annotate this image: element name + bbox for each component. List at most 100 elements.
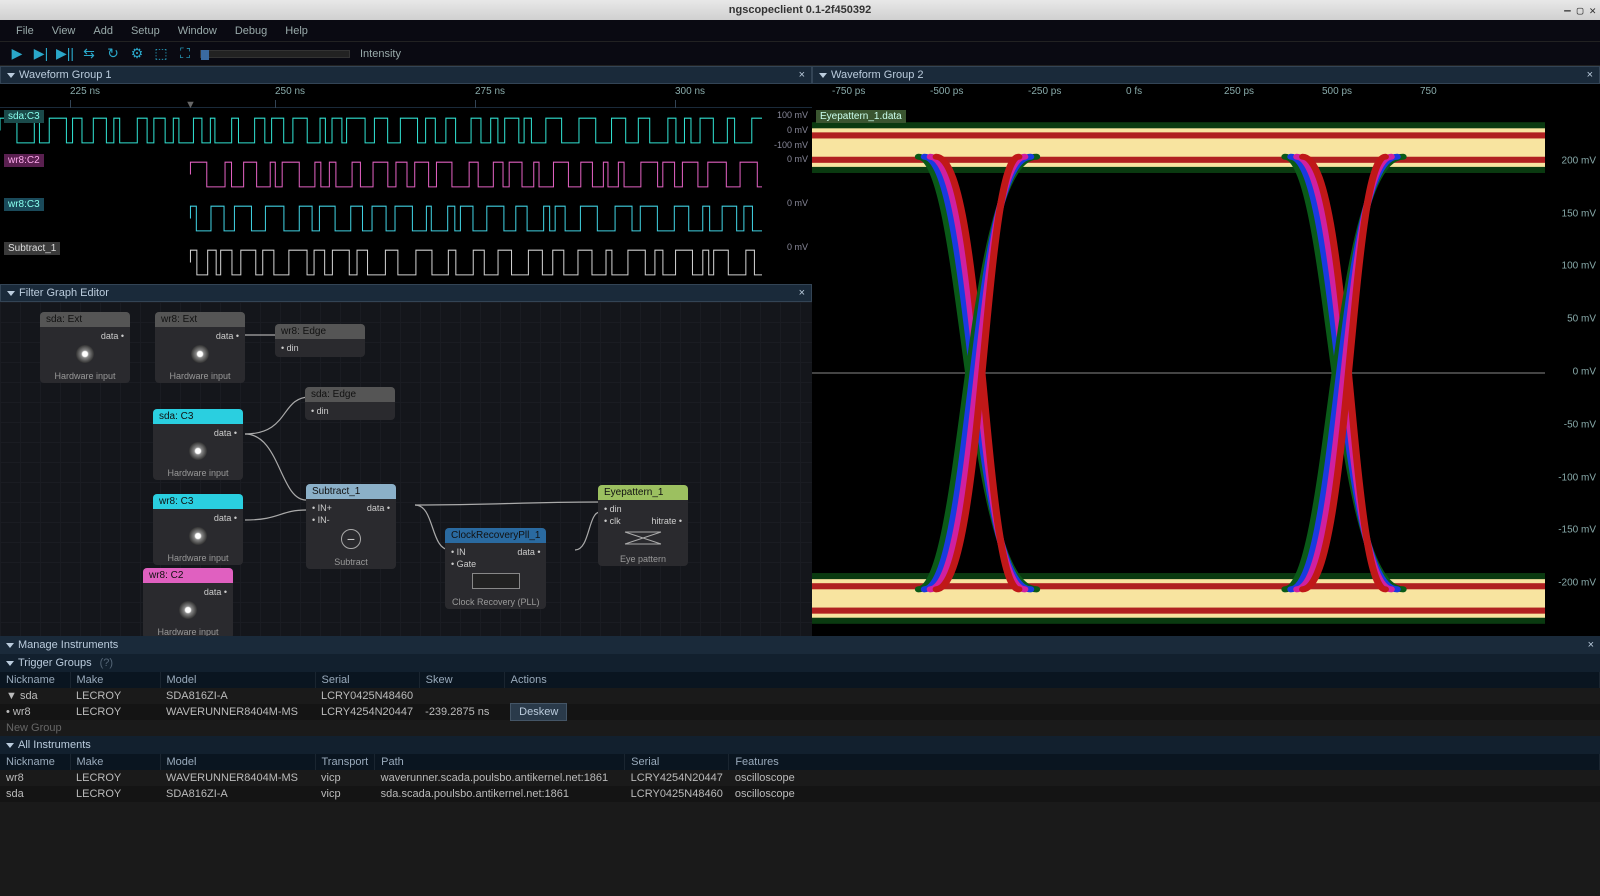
y-axis: 0 mV <box>762 152 812 196</box>
node-sda_c3[interactable]: sda: C3 data • Hardware input <box>153 409 243 480</box>
gear-icon[interactable]: ⚙ <box>128 45 146 63</box>
node-wr8_c2[interactable]: wr8: C2 data • Hardware input <box>143 568 233 636</box>
close-icon[interactable]: × <box>799 69 805 81</box>
trigger-title: Trigger Groups <box>18 657 92 669</box>
dropdown-icon <box>6 661 14 666</box>
eye-diagram[interactable]: Eyepattern_1.data <box>812 108 1600 636</box>
maximize-icon[interactable]: ▢ <box>1577 4 1584 17</box>
col-serial[interactable]: Serial <box>625 754 729 770</box>
waveform-row-sda-c3[interactable]: sda:C3 100 mV 0 mV -100 mV <box>0 108 812 152</box>
y-axis: 0 mV <box>762 196 812 240</box>
menu-view[interactable]: View <box>44 23 84 39</box>
eye-channel-label[interactable]: Eyepattern_1.data <box>816 110 906 123</box>
manage-title: Manage Instruments <box>18 639 118 651</box>
intensity-label: Intensity <box>360 48 401 60</box>
fge-title: Filter Graph Editor <box>19 287 109 299</box>
wg2-title: Waveform Group 2 <box>831 69 924 81</box>
select-icon[interactable]: ⬚ <box>152 45 170 63</box>
channel-label[interactable]: Subtract_1 <box>4 242 60 255</box>
channel-label[interactable]: wr8:C2 <box>4 154 44 167</box>
intensity-slider[interactable] <box>200 50 350 58</box>
close-icon[interactable]: × <box>799 287 805 299</box>
time-tick: 300 ns <box>675 86 705 97</box>
fullscreen-icon[interactable]: ⛶ <box>176 45 194 63</box>
menu-help[interactable]: Help <box>277 23 316 39</box>
tab-manage-instruments[interactable]: Manage Instruments × <box>0 636 1600 654</box>
new-group-row[interactable]: New Group <box>0 720 1600 736</box>
menu-file[interactable]: File <box>8 23 42 39</box>
node-wr8_edge[interactable]: wr8: Edge • din <box>275 324 365 357</box>
window-titlebar: ngscopeclient 0.1-2f450392 — ▢ ✕ <box>0 0 1600 20</box>
close-icon[interactable]: × <box>1587 69 1593 81</box>
all-instruments-header[interactable]: All Instruments <box>0 736 1600 754</box>
trigger-groups-table: Nickname Make Model Serial Skew Actions … <box>0 672 1600 720</box>
tab-waveform-group-1[interactable]: Waveform Group 1 × <box>0 66 812 84</box>
node-eye[interactable]: Eyepattern_1 • din• clkhitrate • Eye pat… <box>598 485 688 566</box>
play-icon[interactable]: ▶ <box>8 45 26 63</box>
col-features[interactable]: Features <box>729 754 1600 770</box>
y-axis: 200 mV 150 mV 100 mV 50 mV 0 mV -50 mV -… <box>1545 108 1600 636</box>
menu-debug[interactable]: Debug <box>227 23 275 39</box>
dropdown-icon <box>7 73 15 78</box>
trigger-groups-header[interactable]: Trigger Groups (?) <box>0 654 1600 672</box>
refresh-icon[interactable]: ↻ <box>104 45 122 63</box>
menu-setup[interactable]: Setup <box>123 23 168 39</box>
transfer-icon[interactable]: ⇆ <box>80 45 98 63</box>
y-axis: 100 mV 0 mV -100 mV <box>762 108 812 152</box>
col-skew[interactable]: Skew <box>419 672 504 688</box>
window-title: ngscopeclient 0.1-2f450392 <box>729 4 871 16</box>
col-serial[interactable]: Serial <box>315 672 419 688</box>
waveform-row-wr8-c3[interactable]: wr8:C3 0 mV <box>0 196 812 240</box>
time-tick: 250 ns <box>275 86 305 97</box>
col-nickname[interactable]: Nickname <box>0 672 70 688</box>
col-make[interactable]: Make <box>70 754 160 770</box>
dropdown-icon <box>6 743 14 748</box>
node-sda_ext[interactable]: sda: Ext data • Hardware input <box>40 312 130 383</box>
tab-filter-graph-editor[interactable]: Filter Graph Editor × <box>0 284 812 302</box>
time-tick: 275 ns <box>475 86 505 97</box>
node-wr8_ext[interactable]: wr8: Ext data • Hardware input <box>155 312 245 383</box>
time-tick: 225 ns <box>70 86 100 97</box>
menu-window[interactable]: Window <box>170 23 225 39</box>
table-row[interactable]: wr8LECROY WAVERUNNER8404M-MSvicp waverun… <box>0 770 1600 786</box>
col-path[interactable]: Path <box>375 754 625 770</box>
filter-graph-editor[interactable]: sda: Ext data • Hardware input wr8: Ext d… <box>0 302 812 636</box>
all-instruments-table: Nickname Make Model Transport Path Seria… <box>0 754 1600 802</box>
col-model[interactable]: Model <box>160 754 315 770</box>
deskew-button[interactable]: Deskew <box>510 703 567 721</box>
dropdown-icon <box>7 291 15 296</box>
step2-icon[interactable]: ▶|| <box>56 45 74 63</box>
close-icon[interactable]: ✕ <box>1589 4 1596 17</box>
y-axis: 0 mV <box>762 240 812 284</box>
close-icon[interactable]: × <box>1588 639 1594 651</box>
col-actions[interactable]: Actions <box>504 672 1599 688</box>
waveform-row-wr8-c2[interactable]: wr8:C2 0 mV <box>0 152 812 196</box>
dropdown-icon <box>819 73 827 78</box>
waveform-row-subtract[interactable]: Subtract_1 0 mV <box>0 240 812 284</box>
col-model[interactable]: Model <box>160 672 315 688</box>
table-row[interactable]: • wr8 LECROY WAVERUNNER8404M-MS LCRY4254… <box>0 704 1600 720</box>
step-icon[interactable]: ▶| <box>32 45 50 63</box>
col-make[interactable]: Make <box>70 672 160 688</box>
help-icon[interactable]: (?) <box>100 657 113 669</box>
menu-add[interactable]: Add <box>85 23 121 39</box>
node-sda_edge[interactable]: sda: Edge • din <box>305 387 395 420</box>
channel-label[interactable]: sda:C3 <box>4 110 44 123</box>
time-axis: -750 ps -500 ps -250 ps 0 fs 250 ps 500 … <box>812 84 1600 108</box>
node-wr8_c3[interactable]: wr8: C3 data • Hardware input <box>153 494 243 565</box>
node-subtract[interactable]: Subtract_1 • IN+data •• IN-− Subtract <box>306 484 396 569</box>
time-axis: 225 ns 250 ns 275 ns 300 ns ▼ <box>0 84 812 108</box>
tab-waveform-group-2[interactable]: Waveform Group 2 × <box>812 66 1600 84</box>
col-transport[interactable]: Transport <box>315 754 375 770</box>
node-clkrec[interactable]: ClockRecoveryPll_1 • INdata •• Gate Cloc… <box>445 528 546 609</box>
minimize-icon[interactable]: — <box>1564 4 1571 17</box>
menubar: File View Add Setup Window Debug Help <box>0 20 1600 42</box>
table-row[interactable]: ▼ sda LECROY SDA816ZI-A LCRY0425N48460 <box>0 688 1600 704</box>
dropdown-icon <box>6 643 14 648</box>
table-row[interactable]: sdaLECROY SDA816ZI-Avicp sda.scada.pouls… <box>0 786 1600 802</box>
all-title: All Instruments <box>18 739 91 751</box>
col-nickname[interactable]: Nickname <box>0 754 70 770</box>
waveform-area-1[interactable]: 225 ns 250 ns 275 ns 300 ns ▼ sda:C3 <box>0 84 812 284</box>
wg1-title: Waveform Group 1 <box>19 69 112 81</box>
channel-label[interactable]: wr8:C3 <box>4 198 44 211</box>
